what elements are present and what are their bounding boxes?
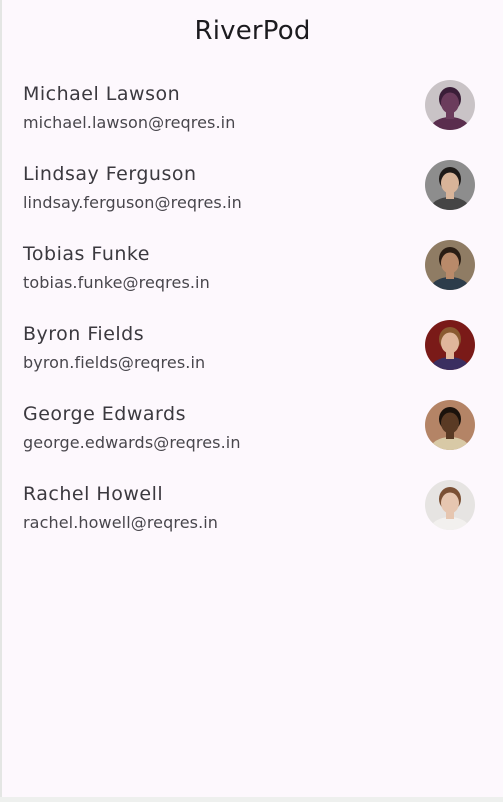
avatar-photo xyxy=(425,240,475,290)
app-title: RiverPod xyxy=(194,16,311,46)
user-email: george.edwards@reqres.in xyxy=(23,433,241,452)
window-bottom-border xyxy=(0,797,503,802)
user-avatar xyxy=(425,320,475,370)
avatar-photo xyxy=(425,400,475,450)
user-list-item[interactable]: Tobias Funke tobias.funke@reqres.in xyxy=(2,232,503,312)
user-avatar xyxy=(425,240,475,290)
avatar-face xyxy=(441,172,459,194)
user-name: Byron Fields xyxy=(23,323,145,345)
user-email: byron.fields@reqres.in xyxy=(23,353,206,372)
user-name: Rachel Howell xyxy=(23,483,164,505)
user-name: Tobias Funke xyxy=(23,243,150,265)
user-name: George Edwards xyxy=(23,403,186,425)
user-avatar xyxy=(425,160,475,210)
user-email: tobias.funke@reqres.in xyxy=(23,273,210,292)
user-avatar xyxy=(425,80,475,130)
avatar-photo xyxy=(425,320,475,370)
user-list: Michael Lawson michael.lawson@reqres.in … xyxy=(2,72,503,552)
user-email: michael.lawson@reqres.in xyxy=(23,113,236,132)
user-list-item[interactable]: George Edwards george.edwards@reqres.in xyxy=(2,392,503,472)
user-email: lindsay.ferguson@reqres.in xyxy=(23,193,242,212)
avatar-face xyxy=(441,332,459,354)
avatar-face xyxy=(441,252,459,274)
avatar-photo xyxy=(425,80,475,130)
avatar-photo xyxy=(425,160,475,210)
user-list-item[interactable]: Rachel Howell rachel.howell@reqres.in xyxy=(2,472,503,552)
user-name: Michael Lawson xyxy=(23,83,181,105)
user-list-item[interactable]: Byron Fields byron.fields@reqres.in xyxy=(2,312,503,392)
user-name: Lindsay Ferguson xyxy=(23,163,197,185)
app-bar: RiverPod xyxy=(2,0,503,64)
avatar-photo xyxy=(425,480,475,530)
user-avatar xyxy=(425,400,475,450)
avatar-face xyxy=(441,92,459,114)
avatar-face xyxy=(441,492,459,514)
app-screen: RiverPod Michael Lawson michael.lawson@r… xyxy=(2,0,503,797)
user-list-item[interactable]: Lindsay Ferguson lindsay.ferguson@reqres… xyxy=(2,152,503,232)
user-email: rachel.howell@reqres.in xyxy=(23,513,219,532)
avatar-face xyxy=(441,412,459,434)
user-avatar xyxy=(425,480,475,530)
user-list-item[interactable]: Michael Lawson michael.lawson@reqres.in xyxy=(2,72,503,152)
